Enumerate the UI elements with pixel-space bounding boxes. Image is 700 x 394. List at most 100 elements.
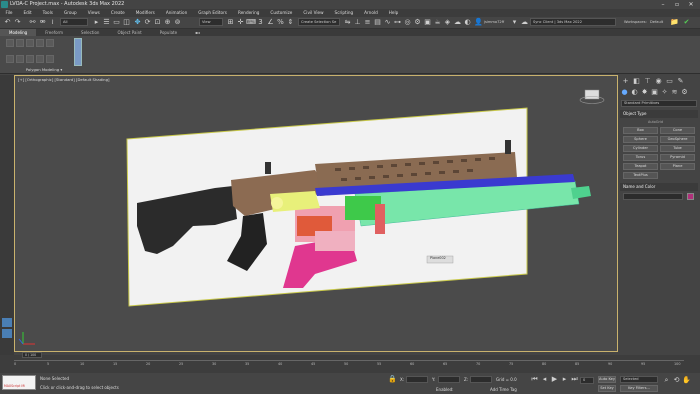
geosphere-button[interactable]: GeoSphere [660,136,695,143]
systems-icon[interactable]: ⚙ [680,88,689,97]
rectangular-selection-icon[interactable]: ▭ [112,18,121,27]
zoom-icon[interactable]: ⌕ [662,376,671,385]
rendered-frame-icon[interactable]: ▣ [423,18,432,27]
menu-group[interactable]: Group [58,9,82,17]
window-crossing-icon[interactable]: ◫ [122,18,131,27]
cylinder-button[interactable]: Cylinder [623,145,658,152]
ribbon-tool-2[interactable] [16,39,24,47]
arnold-icon[interactable]: ◐ [463,18,472,27]
select-by-name-icon[interactable]: ☰ [102,18,111,27]
utilities-tab-icon[interactable]: ✎ [676,77,685,86]
select-scale-icon[interactable]: ⊡ [153,18,162,27]
layer-explorer-icon[interactable]: ≡ [363,18,372,27]
go-to-end-icon[interactable]: ⏭ [570,375,579,384]
sphere-button[interactable]: Sphere [623,136,658,143]
minimize-icon[interactable]: – [656,0,670,9]
modify-tab-icon[interactable]: ◧ [632,77,641,86]
category-dropdown[interactable]: Standard Primitives [621,100,697,107]
tube-button[interactable]: Tube [660,145,695,152]
tab-object-paint[interactable]: Object Paint [108,29,150,36]
render-setup-icon[interactable]: ⚙ [413,18,422,27]
ribbon-expand-icon[interactable] [74,38,82,66]
geometry-icon[interactable]: ● [620,88,629,97]
user-icon[interactable]: 👤 [474,18,483,27]
polygon-modeling-label[interactable]: Polygon Modeling ▾ [4,66,84,73]
next-frame-icon[interactable]: ▸ [560,375,569,384]
box-button[interactable]: Box [623,127,658,134]
material-editor-icon[interactable]: ◎ [403,18,412,27]
schematic-view-icon[interactable]: ⊶ [393,18,402,27]
menu-file[interactable]: File [0,9,18,17]
maximize-icon[interactable]: ▫ [670,0,684,9]
orbit-icon[interactable]: ⟲ [672,376,681,385]
tab-populate[interactable]: Populate [151,29,186,36]
menu-help[interactable]: Help [383,9,404,17]
menu-customize[interactable]: Customize [265,9,298,17]
cameras-icon[interactable]: ▣ [650,88,659,97]
y-coordinate-field[interactable] [438,376,460,383]
menu-arnold[interactable]: Arnold [359,9,384,17]
cloud-sync-icon[interactable]: ☁ [520,18,529,27]
cone-button[interactable]: Cone [660,127,695,134]
x-coordinate-field[interactable] [406,376,428,383]
toggle-ribbon-icon[interactable]: ▤ [373,18,382,27]
textplus-button[interactable]: TextPlus [623,172,658,179]
previous-frame-icon[interactable]: ◂ [540,375,549,384]
key-selection-dropdown[interactable]: Selected [620,376,658,383]
create-tab-icon[interactable]: + [621,77,630,86]
select-move-icon[interactable]: ✥ [133,18,142,27]
menu-graph-editors[interactable]: Graph Editors [193,9,233,17]
folder-icon[interactable]: 📁 [670,18,679,27]
align-icon[interactable]: ⊥ [353,18,362,27]
z-coordinate-field[interactable] [470,376,492,383]
render-cloud-icon[interactable]: ☁ [453,18,462,27]
ribbon-tool-7[interactable] [16,55,24,63]
ribbon-tool-5[interactable] [46,39,54,47]
ribbon-tool-3[interactable] [26,39,34,47]
time-slider[interactable]: 0 / 100 [22,352,42,358]
add-time-tag[interactable]: Add Time Tag [490,387,517,392]
redo-icon[interactable]: ↷ [13,18,22,27]
autogrid-checkbox[interactable]: AutoGrid [648,120,663,124]
ribbon-tool-6[interactable] [6,55,14,63]
object-color-swatch[interactable] [687,193,694,200]
menu-modifiers[interactable]: Modifiers [130,9,160,17]
viewport-layout-icon[interactable] [2,318,12,327]
select-object-icon[interactable]: ▸ [92,18,101,27]
ribbon-tool-1[interactable] [6,39,14,47]
plane-button[interactable]: Plane [660,163,695,170]
torus-button[interactable]: Torus [623,154,658,161]
selection-filter-dropdown[interactable]: All [60,18,88,26]
display-tab-icon[interactable]: ▭ [665,77,674,86]
menu-civil-view[interactable]: Civil View [298,9,329,17]
viewport[interactable] [14,75,618,352]
ribbon-tool-9[interactable] [36,55,44,63]
bind-space-warp-icon[interactable]: ≀ [48,18,57,27]
unlink-icon[interactable]: ⚮ [38,18,47,27]
mirror-icon[interactable]: ⇋ [343,18,352,27]
keyboard-shortcut-icon[interactable]: ⌨ [246,18,256,27]
pyramid-button[interactable]: Pyramid [660,154,695,161]
undo-icon[interactable]: ↶ [3,18,12,27]
menu-create[interactable]: Create [105,9,130,17]
named-selection-sets-dropdown[interactable]: Create Selection Se [298,18,340,26]
ribbon-options-icon[interactable]: ▪◂ [186,29,209,36]
track-bar[interactable]: 0 5 10 15 20 25 30 35 40 45 50 55 60 65 70 75 80 85 90 95 10… [14,362,684,370]
render-iterative-icon[interactable]: ◈ [443,18,452,27]
place-icon[interactable]: ⊕ [163,18,172,27]
menu-tools[interactable]: Tools [37,9,58,17]
ribbon-tool-8[interactable] [26,55,34,63]
user-name[interactable]: jsimmo72ff [484,20,504,24]
reference-coordinate-dropdown[interactable]: View [199,18,223,26]
project-status-icon[interactable]: ✔ [682,18,691,27]
curve-editor-icon[interactable]: ∿ [383,18,392,27]
snaps-toggle-icon[interactable]: 3 [256,18,265,27]
spacewarps-icon[interactable]: ≋ [670,88,679,97]
menu-edit[interactable]: Edit [18,9,37,17]
teapot-button[interactable]: Teapot [623,163,658,170]
lights-icon[interactable]: ✸ [640,88,649,97]
viewport-label[interactable]: [+] [Orthographic] [Standard] [Default S… [18,77,109,82]
shapes-icon[interactable]: ◐ [630,88,639,97]
go-to-start-icon[interactable]: ⏮ [530,375,539,384]
tab-modeling[interactable]: Modeling [0,29,37,36]
